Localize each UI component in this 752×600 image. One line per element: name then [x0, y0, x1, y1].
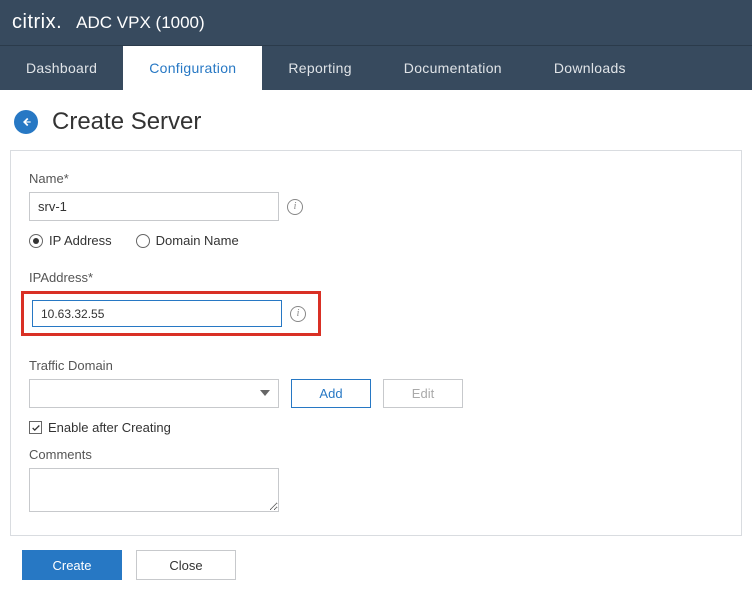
address-mode-group: IP Address Domain Name — [29, 233, 723, 248]
ip-highlight-box: i — [21, 291, 321, 336]
product-name: ADC VPX (1000) — [76, 13, 205, 33]
traffic-domain-label: Traffic Domain — [29, 358, 723, 373]
form-panel: Name i IP Address Domain Name IPAddress … — [10, 150, 742, 536]
footer-actions: Create Close — [0, 536, 752, 600]
page-title: Create Server — [52, 108, 201, 136]
radio-icon — [136, 234, 150, 248]
tab-configuration[interactable]: Configuration — [123, 46, 262, 90]
name-label: Name — [29, 171, 723, 186]
back-button[interactable] — [14, 110, 38, 134]
radio-domain-name[interactable]: Domain Name — [136, 233, 239, 248]
enable-after-creating-checkbox[interactable] — [29, 421, 42, 434]
enable-after-creating-label: Enable after Creating — [48, 420, 171, 435]
info-icon[interactable]: i — [287, 199, 303, 215]
radio-ip-label: IP Address — [49, 233, 112, 248]
add-button[interactable]: Add — [291, 379, 371, 408]
radio-domain-label: Domain Name — [156, 233, 239, 248]
tab-reporting[interactable]: Reporting — [262, 46, 377, 90]
ip-address-input[interactable] — [32, 300, 282, 327]
name-input[interactable] — [29, 192, 279, 221]
traffic-domain-select[interactable] — [29, 379, 279, 408]
create-button[interactable]: Create — [22, 550, 122, 580]
arrow-left-icon — [19, 115, 33, 129]
comments-textarea[interactable] — [29, 468, 279, 512]
app-header: citrix. ADC VPX (1000) — [0, 0, 752, 45]
checkmark-icon — [31, 423, 41, 433]
page-title-row: Create Server — [0, 90, 752, 150]
radio-ip-address[interactable]: IP Address — [29, 233, 112, 248]
brand-logo: citrix. — [12, 11, 62, 34]
info-icon[interactable]: i — [290, 306, 306, 322]
tab-downloads[interactable]: Downloads — [528, 46, 652, 90]
tab-documentation[interactable]: Documentation — [378, 46, 528, 90]
comments-label: Comments — [29, 447, 723, 462]
edit-button: Edit — [383, 379, 463, 408]
ip-label: IPAddress — [29, 270, 723, 285]
radio-icon — [29, 234, 43, 248]
tab-dashboard[interactable]: Dashboard — [0, 46, 123, 90]
main-nav: Dashboard Configuration Reporting Docume… — [0, 45, 752, 90]
close-button[interactable]: Close — [136, 550, 236, 580]
